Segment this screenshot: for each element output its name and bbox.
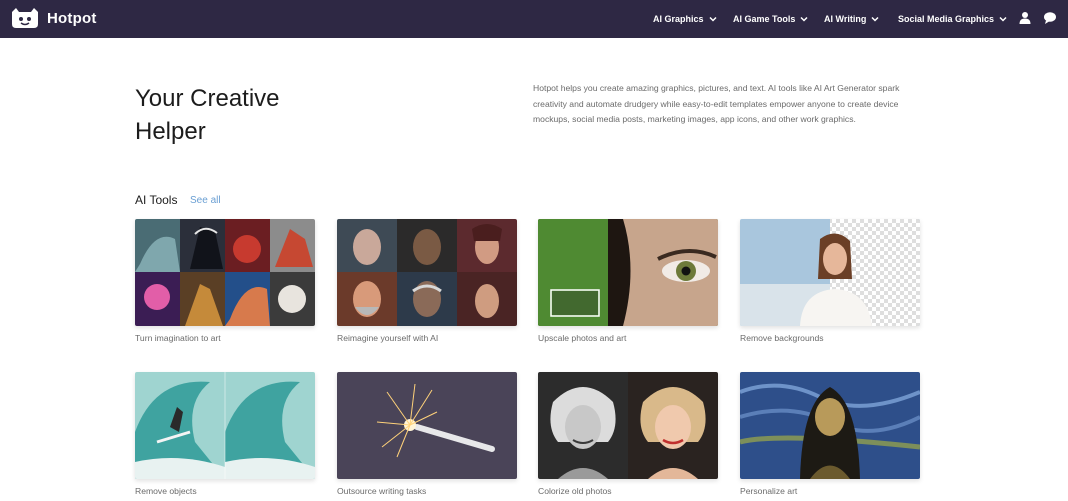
chevron-down-icon xyxy=(999,16,1007,22)
tool-card-upscale-photos[interactable]: Upscale photos and art xyxy=(538,219,718,343)
hotpot-logo-icon xyxy=(12,8,38,28)
tool-thumbnail xyxy=(337,219,517,326)
hero-description: Hotpot helps you create amazing graphics… xyxy=(533,83,900,124)
hero-title-line1: Your Creative xyxy=(135,85,280,112)
tool-thumbnail xyxy=(135,372,315,479)
menu-label: Social Media Graphics xyxy=(898,14,995,24)
tool-caption: Personalize art xyxy=(740,486,798,496)
chat-icon[interactable] xyxy=(1043,11,1057,25)
tool-card-personalize-art[interactable]: Personalize art xyxy=(740,372,920,496)
tool-card-outsource-writing[interactable]: Outsource writing tasks xyxy=(337,372,517,496)
tool-caption: Remove objects xyxy=(135,486,197,496)
tool-card-remove-objects[interactable]: Remove objects xyxy=(135,372,315,496)
menu-label: AI Writing xyxy=(824,14,867,24)
art-collage-image xyxy=(135,219,315,326)
tool-thumbnail xyxy=(740,372,920,479)
menu-label: AI Game Tools xyxy=(733,14,796,24)
background-removal-image xyxy=(740,219,920,326)
tool-thumbnail xyxy=(135,219,315,326)
tool-card-imagination-to-art[interactable]: Turn imagination to art xyxy=(135,219,315,343)
tool-card-remove-backgrounds[interactable]: Remove backgrounds xyxy=(740,219,920,343)
menu-ai-game-tools[interactable]: AI Game Tools xyxy=(733,0,808,38)
tool-caption: Outsource writing tasks xyxy=(337,486,427,496)
menu-ai-graphics[interactable]: AI Graphics xyxy=(653,0,717,38)
menu-label: AI Graphics xyxy=(653,14,704,24)
surf-wave-image xyxy=(135,372,315,479)
hero-title: Your Creative Helper xyxy=(135,82,395,148)
stylized-painting-image xyxy=(740,372,920,479)
top-navbar: Hotpot AI Graphics AI Game Tools AI Writ… xyxy=(0,0,1068,38)
tool-caption: Turn imagination to art xyxy=(135,333,221,343)
tool-caption: Upscale photos and art xyxy=(538,333,627,343)
brand-name: Hotpot xyxy=(47,9,97,27)
portrait-grid-image xyxy=(337,219,517,326)
menu-social-media-graphics[interactable]: Social Media Graphics xyxy=(898,0,1007,38)
tool-caption: Remove backgrounds xyxy=(740,333,824,343)
tool-caption: Colorize old photos xyxy=(538,486,612,496)
chevron-down-icon xyxy=(708,16,717,22)
section-title: AI Tools xyxy=(135,193,178,207)
brand-logo[interactable]: Hotpot xyxy=(10,6,97,30)
see-all-link[interactable]: See all xyxy=(190,195,221,206)
tool-card-reimagine-yourself[interactable]: Reimagine yourself with AI xyxy=(337,219,517,343)
eye-closeup-image xyxy=(538,219,718,326)
tool-thumbnail xyxy=(538,372,718,479)
tool-caption: Reimagine yourself with AI xyxy=(337,333,439,343)
tool-card-colorize-photos[interactable]: Colorize old photos xyxy=(538,372,718,496)
chevron-down-icon xyxy=(871,16,879,22)
tool-thumbnail xyxy=(337,372,517,479)
user-icon[interactable] xyxy=(1018,11,1032,25)
colorized-portrait-image xyxy=(538,372,718,479)
tool-thumbnail xyxy=(538,219,718,326)
menu-ai-writing[interactable]: AI Writing xyxy=(824,0,879,38)
chevron-down-icon xyxy=(800,16,808,22)
hero-title-line2: Helper xyxy=(135,118,206,145)
tool-thumbnail xyxy=(740,219,920,326)
sparkler-pen-image xyxy=(337,372,517,479)
